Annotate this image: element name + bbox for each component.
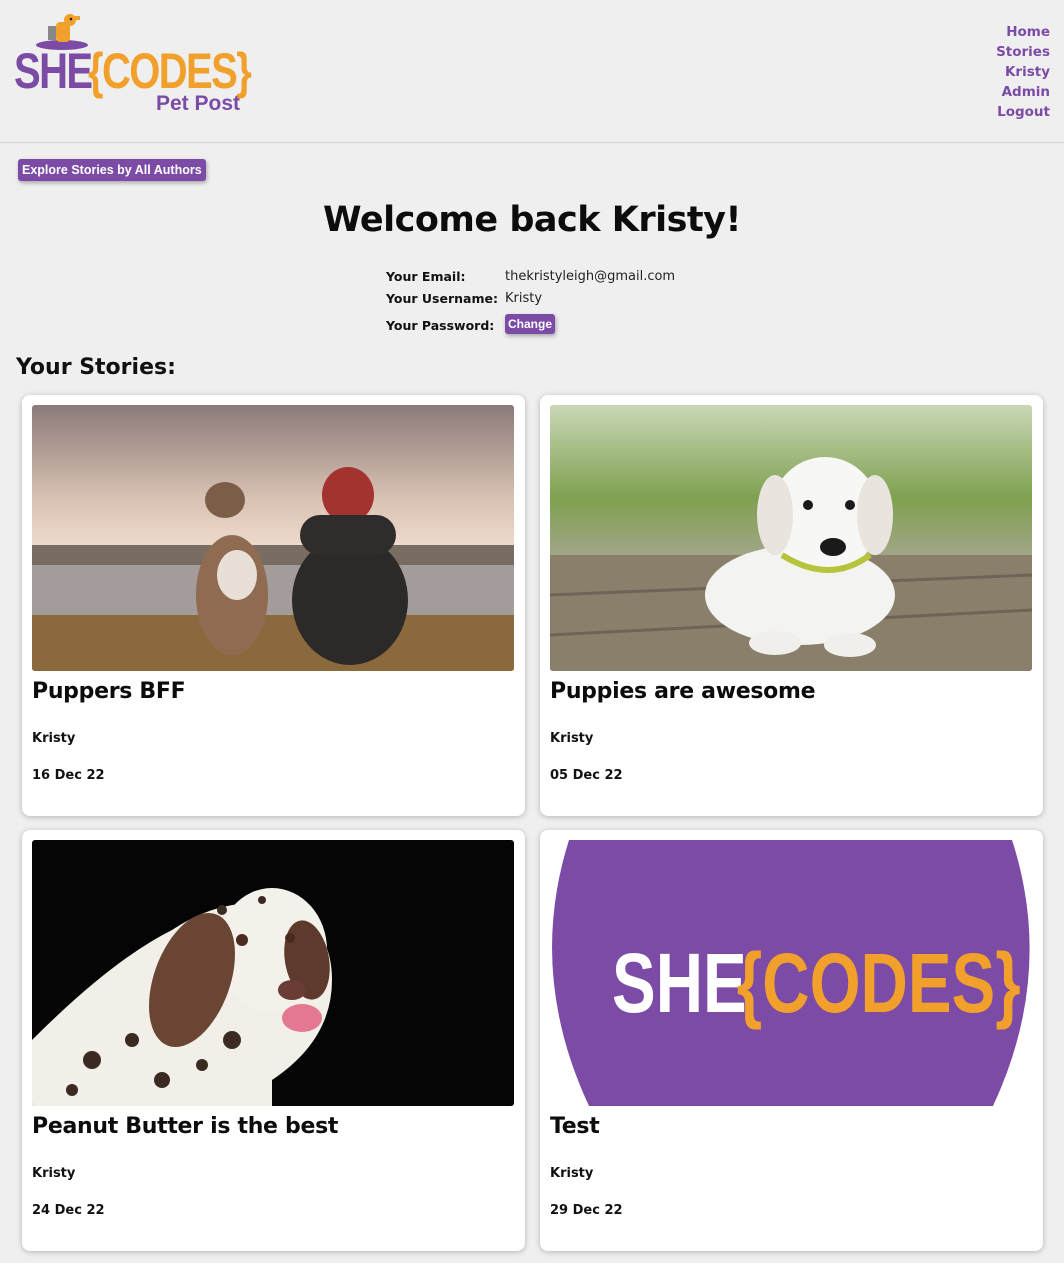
username-value: Kristy [505, 291, 543, 306]
story-author: Kristy [32, 1166, 76, 1181]
email-value: thekristyleigh@gmail.com [505, 269, 676, 284]
story-card[interactable]: SHE {CODES} Test Kristy 29 Dec 22 [540, 830, 1043, 1251]
story-date: 29 Dec 22 [550, 1203, 623, 1218]
story-title[interactable]: Test [550, 1114, 600, 1139]
story-author: Kristy [32, 731, 76, 746]
site-header: SHE {CODES} Pet Post Home Stories Kristy… [0, 0, 1064, 143]
story-date: 16 Dec 22 [32, 768, 105, 783]
story-image[interactable] [32, 840, 514, 1106]
story-image[interactable] [550, 405, 1032, 671]
explore-stories-button[interactable]: Explore Stories by All Authors [18, 159, 206, 181]
email-label: Your Email: [386, 269, 466, 284]
welcome-heading: Welcome back Kristy! [323, 200, 741, 240]
story-image[interactable] [32, 405, 514, 671]
logo-subtitle: Pet Post [156, 92, 241, 115]
story-title[interactable]: Peanut Butter is the best [32, 1114, 338, 1139]
story-title[interactable]: Puppies are awesome [550, 679, 816, 704]
stories-heading: Your Stories: [16, 355, 176, 380]
shecodes-logo[interactable]: SHE {CODES} Pet Post [14, 12, 264, 122]
story-date: 24 Dec 22 [32, 1203, 105, 1218]
logo-she-text: SHE [14, 43, 93, 99]
main-nav: Home Stories Kristy Admin Logout [996, 22, 1050, 122]
dog-and-woman-by-lake-photo [32, 405, 514, 671]
svg-text:SHE: SHE [612, 936, 747, 1030]
story-author: Kristy [550, 731, 594, 746]
story-date: 05 Dec 22 [550, 768, 623, 783]
nav-logout-link[interactable]: Logout [997, 102, 1050, 122]
svg-text:{CODES}: {CODES} [737, 936, 1021, 1030]
nav-admin-link[interactable]: Admin [1002, 82, 1050, 102]
story-image[interactable]: SHE {CODES} [550, 840, 1032, 1106]
nav-profile-link[interactable]: Kristy [1005, 62, 1050, 82]
nav-home-link[interactable]: Home [1006, 22, 1050, 42]
dalmatian-licking-lips-photo [32, 840, 514, 1106]
story-title[interactable]: Puppers BFF [32, 679, 186, 704]
story-author: Kristy [550, 1166, 594, 1181]
story-card[interactable]: Puppies are awesome Kristy 05 Dec 22 [540, 395, 1043, 816]
password-label: Your Password: [386, 318, 495, 333]
shecodes-logo-image: SHE {CODES} [550, 840, 1032, 1106]
white-puppy-on-deck-photo [550, 405, 1032, 671]
change-password-button[interactable]: Change [505, 314, 556, 334]
story-card[interactable]: Peanut Butter is the best Kristy 24 Dec … [22, 830, 525, 1251]
username-label: Your Username: [386, 291, 498, 306]
nav-stories-link[interactable]: Stories [996, 42, 1050, 62]
story-card[interactable]: Puppers BFF Kristy 16 Dec 22 [22, 395, 525, 816]
